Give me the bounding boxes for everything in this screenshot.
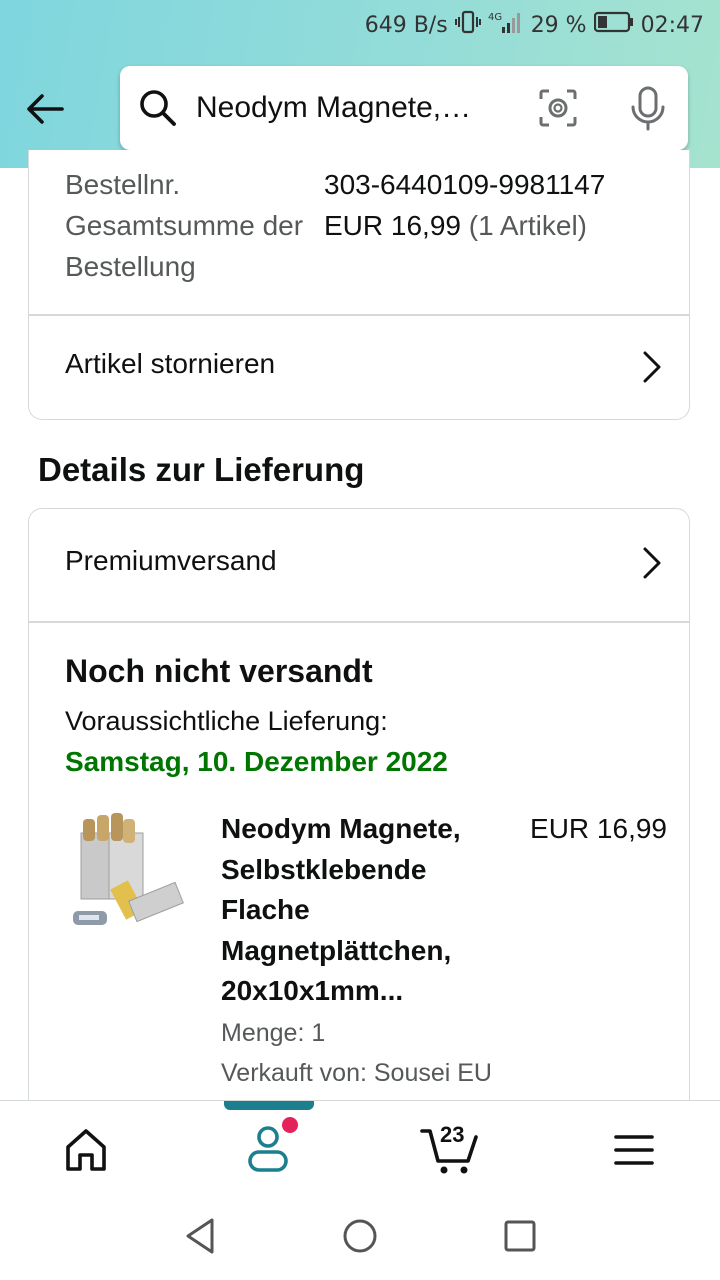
app-header: 649 B/s 4G 29 % 02:47 Neodym Magnete,…	[0, 0, 720, 168]
order-item-count: (1 Artikel)	[468, 210, 587, 241]
microphone-icon[interactable]	[628, 86, 668, 132]
back-button[interactable]	[22, 86, 68, 132]
signal-icon: 4G	[488, 9, 524, 41]
eta-date: Samstag, 10. Dezember 2022	[65, 746, 448, 777]
nav-home[interactable]	[56, 1123, 116, 1177]
battery-icon	[593, 11, 634, 39]
shipping-method-label: Premiumversand	[65, 545, 277, 576]
vibrate-icon	[454, 9, 481, 41]
chevron-right-icon	[643, 351, 661, 383]
product-title-line: Flache	[221, 894, 310, 925]
shipment-status: Noch nicht versandt	[65, 653, 373, 689]
chevron-right-icon	[643, 547, 661, 579]
back-arrow-icon	[27, 94, 64, 124]
active-tab-indicator	[224, 1101, 314, 1110]
shipping-method-row[interactable]: Premiumversand	[29, 509, 689, 613]
order-total-label: Gesamtsumme der Bestellung	[65, 210, 304, 282]
home-circle-icon[interactable]	[340, 1216, 380, 1256]
divider	[29, 621, 689, 623]
menu-icon	[614, 1135, 654, 1165]
bottom-navigation: 23	[0, 1100, 720, 1193]
recent-apps-icon[interactable]	[500, 1216, 540, 1256]
product-title-line: 20x10x1mm...	[221, 975, 404, 1006]
order-summary-card: Bestellnr. 303-6440109-9981147 Gesamtsum…	[28, 150, 690, 420]
order-number-value: 303-6440109-9981147	[324, 169, 606, 200]
network-speed: 649 B/s	[364, 12, 448, 38]
order-total-value: EUR 16,99	[324, 210, 461, 241]
product-price: EUR 16,99	[530, 813, 667, 844]
search-bar[interactable]: Neodym Magnete,…	[120, 66, 688, 150]
product-quantity: Menge: 1	[221, 1019, 326, 1047]
product-title-line: Selbstklebende	[221, 853, 427, 885]
delivery-card: Premiumversand Noch nicht versandt Vorau…	[28, 508, 690, 1128]
order-total: EUR 16,99 (1 Artikel)	[324, 205, 587, 246]
cancel-items-row[interactable]: Artikel stornieren	[29, 316, 689, 420]
cancel-items-label: Artikel stornieren	[65, 348, 276, 379]
back-triangle-icon[interactable]	[182, 1216, 222, 1256]
eta-label: Voraussichtliche Lieferung:	[65, 706, 388, 736]
product-title-line: Magnetplättchen,	[221, 934, 452, 966]
search-input[interactable]: Neodym Magnete,…	[196, 88, 496, 128]
product-title-line: Neodym Magnete,	[221, 813, 461, 844]
product-image[interactable]	[73, 811, 191, 933]
svg-text:4G: 4G	[488, 12, 502, 23]
status-bar: 649 B/s 4G 29 % 02:47	[365, 8, 704, 42]
camera-search-icon[interactable]	[538, 88, 578, 128]
home-icon	[66, 1129, 106, 1171]
notification-dot	[282, 1117, 298, 1133]
clock: 02:47	[640, 12, 704, 38]
nav-menu[interactable]	[604, 1123, 664, 1177]
cart-count: 23	[440, 1122, 465, 1147]
search-icon	[140, 90, 176, 126]
system-navigation	[0, 1192, 720, 1280]
product-seller: Verkauft von: Sousei EU	[221, 1059, 492, 1087]
product-title[interactable]: Neodym Magnete, Selbstklebende Flache Ma…	[221, 809, 501, 1012]
delivery-details-heading: Details zur Lieferung	[38, 451, 365, 488]
order-number-label: Bestellnr.	[65, 169, 181, 200]
battery-percent: 29 %	[530, 12, 587, 38]
